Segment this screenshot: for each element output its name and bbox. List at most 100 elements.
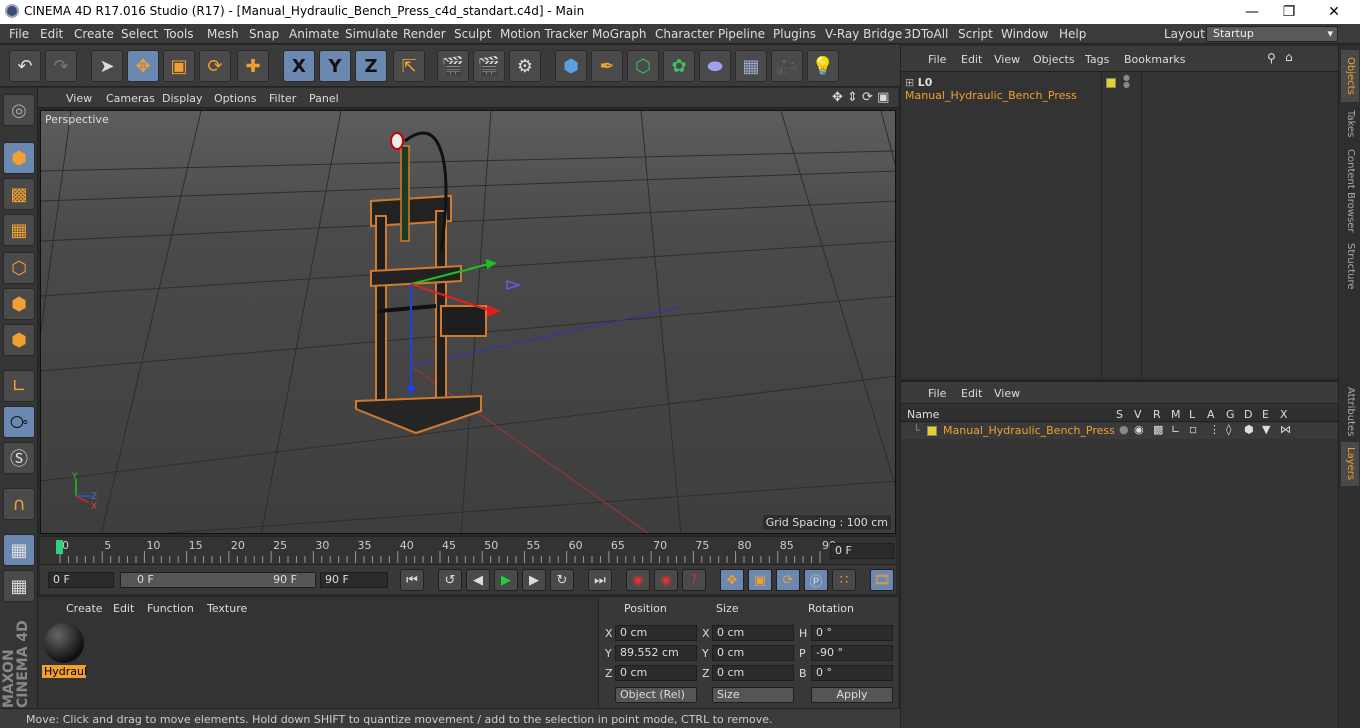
menu-mesh[interactable]: Mesh	[207, 27, 239, 41]
material-menu-create[interactable]: Create	[66, 602, 103, 615]
pos-y-field[interactable]: 89.552 cm	[615, 645, 697, 661]
go-to-end-button[interactable]: ⏭	[588, 569, 612, 591]
col-xref[interactable]: X	[1280, 408, 1288, 421]
close-button[interactable]: ✕	[1320, 2, 1348, 22]
menu-vray-bridge[interactable]: V-Ray Bridge	[825, 27, 902, 41]
material-menu-texture[interactable]: Texture	[207, 602, 247, 615]
layout-select[interactable]: Startup ▾	[1206, 26, 1338, 42]
tab-structure[interactable]: Structure	[1341, 238, 1359, 294]
scale-button[interactable]: ▣	[163, 50, 195, 82]
generator-icon[interactable]: ◊	[1226, 423, 1231, 436]
col-render[interactable]: R	[1153, 408, 1161, 421]
grid-button[interactable]: ▦	[3, 534, 35, 566]
material-menu-edit[interactable]: Edit	[113, 602, 134, 615]
previous-frame-button[interactable]: ◀	[466, 569, 490, 591]
menu-create[interactable]: Create	[74, 27, 114, 41]
frame-range-slider[interactable]: 0 F 90 F	[120, 572, 316, 588]
menu-select[interactable]: Select	[121, 27, 158, 41]
light-button[interactable]: 💡	[807, 50, 839, 82]
camera-button[interactable]: 🎥	[771, 50, 803, 82]
y-axis-button[interactable]: Y	[319, 50, 351, 82]
obj-menu-file[interactable]: File	[928, 53, 946, 66]
size-mode-select[interactable]: Size	[712, 687, 794, 703]
model-mode-button[interactable]: ⬢	[3, 142, 35, 174]
viewport-menu-view[interactable]: View	[66, 92, 92, 105]
col-animation[interactable]: A	[1207, 408, 1215, 421]
x-axis-button[interactable]: X	[283, 50, 315, 82]
obj-menu-edit[interactable]: Edit	[961, 53, 982, 66]
menu-edit[interactable]: Edit	[40, 27, 63, 41]
menu-animate[interactable]: Animate	[289, 27, 339, 41]
redo-button[interactable]: ↷	[45, 50, 77, 82]
undo-button[interactable]: ↶	[9, 50, 41, 82]
playhead[interactable]	[56, 540, 63, 554]
visibility-dots-icon[interactable]: ● ●	[1123, 74, 1130, 89]
material-menu-function[interactable]: Function	[147, 602, 194, 615]
tab-content-browser[interactable]: Content Browser	[1341, 146, 1359, 236]
hierarchy-icon[interactable]: ∟	[1171, 423, 1180, 436]
menu-pipeline[interactable]: Pipeline	[718, 27, 765, 41]
timeline-button[interactable]: 🎞	[870, 569, 894, 591]
rot-h-field[interactable]: 0 °	[811, 625, 893, 641]
rot-b-field[interactable]: 0 °	[811, 665, 893, 681]
deformer-button[interactable]: ⬬	[699, 50, 731, 82]
menu-character[interactable]: Character	[655, 27, 714, 41]
menu-help[interactable]: Help	[1059, 27, 1086, 41]
coordinate-system-button[interactable]: ⇱	[393, 50, 425, 82]
viewport-menu-cameras[interactable]: Cameras	[106, 92, 155, 105]
cloner-button[interactable]: ✿	[663, 50, 695, 82]
viewport-menu-panel[interactable]: Panel	[309, 92, 339, 105]
size-z-field[interactable]: 0 cm	[712, 665, 794, 681]
layer-menu-file[interactable]: File	[928, 387, 946, 400]
lock-icon[interactable]: ◽	[1189, 423, 1197, 436]
layer-color-swatch[interactable]	[927, 426, 937, 436]
col-solo[interactable]: S	[1116, 408, 1123, 421]
object-name[interactable]: Manual_Hydraulic_Bench_Press	[905, 89, 1077, 102]
col-locked[interactable]: L	[1189, 408, 1195, 421]
col-expressions[interactable]: E	[1262, 408, 1269, 421]
expression-icon[interactable]: ▼	[1262, 423, 1270, 436]
render-button[interactable]: 🎬	[473, 50, 505, 82]
menu-motion-tracker[interactable]: Motion Tracker	[500, 27, 588, 41]
workplane-button[interactable]: ▦	[3, 214, 35, 246]
viewport-menu-display[interactable]: Display	[162, 92, 203, 105]
render-view-button[interactable]: 🎬	[437, 50, 469, 82]
z-axis-button[interactable]: Z	[355, 50, 387, 82]
solo-dot-icon[interactable]: ●	[1119, 423, 1129, 436]
live-selection-button[interactable]: ➤	[91, 50, 123, 82]
viewport-perspective[interactable]: Y Z X Perspective Grid Spacing : 100 cm	[40, 110, 896, 534]
apply-button[interactable]: Apply	[811, 687, 893, 703]
end-frame-field[interactable]: 90 F	[320, 572, 388, 588]
render-clapper-icon[interactable]: ▩	[1153, 423, 1163, 436]
record-button[interactable]: ◉	[626, 569, 650, 591]
polygons-mode-button[interactable]: ⬢	[3, 324, 35, 356]
obj-menu-bookmarks[interactable]: Bookmarks	[1124, 53, 1185, 66]
autokey-button[interactable]: ◉	[654, 569, 678, 591]
object-row[interactable]: ⊞ L0 Manual_Hydraulic_Bench_Press	[905, 76, 1101, 102]
col-manager[interactable]: M	[1171, 408, 1181, 421]
texture-mode-button[interactable]: ▩	[3, 178, 35, 210]
menu-render[interactable]: Render	[403, 27, 446, 41]
menu-simulate[interactable]: Simulate	[345, 27, 398, 41]
layer-name[interactable]: Manual_Hydraulic_Bench_Press	[943, 424, 1115, 437]
expand-icon[interactable]: ⊞	[905, 76, 914, 89]
deformer-icon[interactable]: ⬢	[1244, 423, 1254, 436]
obj-menu-tags[interactable]: Tags	[1085, 53, 1109, 66]
key-parameter-button[interactable]: Ⓟ	[804, 569, 828, 591]
menu-sculpt[interactable]: Sculpt	[454, 27, 491, 41]
layer-color-tag[interactable]	[1106, 78, 1116, 88]
tweak-mode-button[interactable]: ⧂	[3, 406, 35, 438]
col-deformers[interactable]: D	[1244, 408, 1252, 421]
pos-z-field[interactable]: 0 cm	[615, 665, 697, 681]
key-pla-button[interactable]: ∷	[832, 569, 856, 591]
timeline-ruler[interactable]: 0 5 10 15 20 25 30 35 40 45 50 55 60 65 70 75 80 85 90 0 F	[40, 536, 896, 565]
solo-button[interactable]: Ⓢ	[3, 442, 35, 474]
search-icon[interactable]: ⚲	[1267, 51, 1276, 65]
next-frame-button[interactable]: ▶	[522, 569, 546, 591]
tab-layers[interactable]: Layers	[1341, 442, 1359, 486]
size-y-field[interactable]: 0 cm	[712, 645, 794, 661]
col-name[interactable]: Name	[907, 408, 939, 421]
pos-x-field[interactable]: 0 cm	[615, 625, 697, 641]
menu-window[interactable]: Window	[1001, 27, 1048, 41]
go-to-start-button[interactable]: ⏮	[400, 569, 424, 591]
